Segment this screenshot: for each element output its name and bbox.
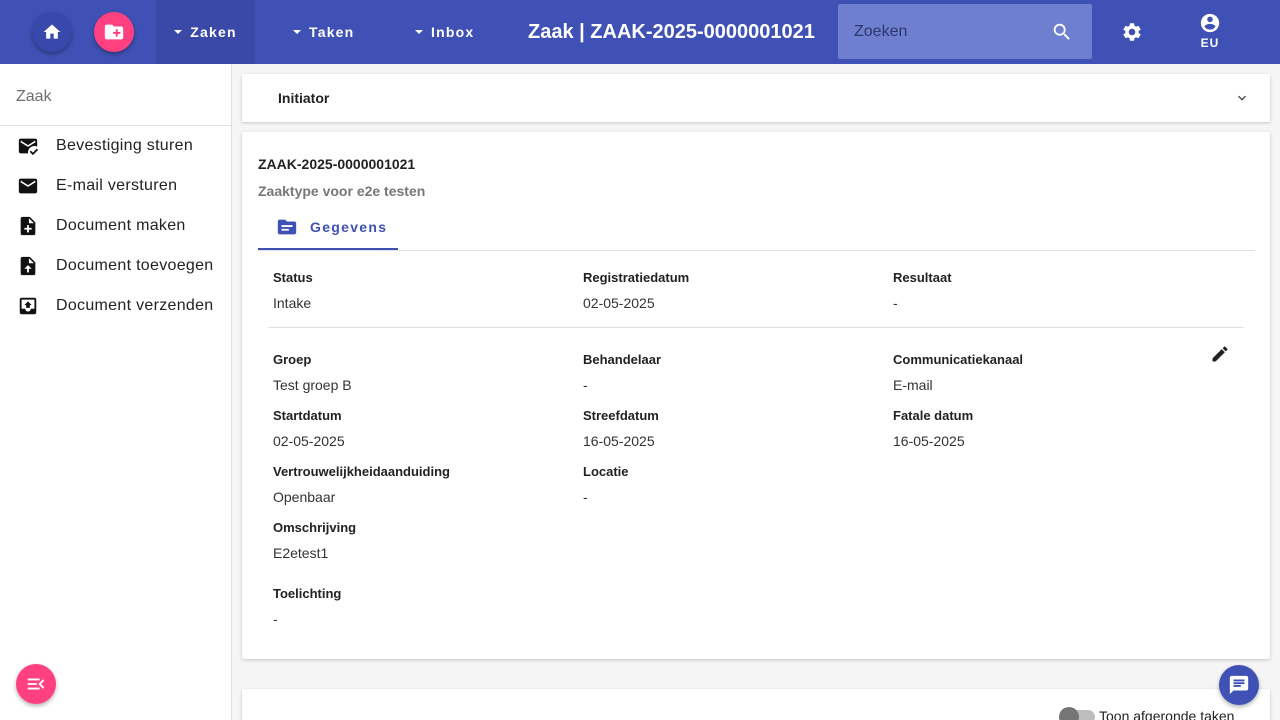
home-button[interactable] bbox=[32, 12, 72, 52]
caret-down-icon bbox=[293, 30, 301, 34]
user-initials: EU bbox=[1200, 36, 1220, 50]
sidebar-item-label: Document verzenden bbox=[56, 297, 214, 314]
status-label: Status bbox=[273, 270, 313, 285]
notes-icon bbox=[1229, 675, 1249, 695]
streefdatum-label: Streefdatum bbox=[583, 408, 659, 423]
sidebar: Zaak Bevestiging sturen E-mail versturen… bbox=[0, 64, 232, 720]
search-input[interactable] bbox=[838, 4, 1038, 59]
nav-zaken-label: Zaken bbox=[190, 24, 237, 40]
communicatiekanaal-value: E-mail bbox=[893, 377, 933, 393]
registratiedatum-label: Registratiedatum bbox=[583, 270, 690, 285]
caret-down-icon bbox=[415, 30, 423, 34]
vertrouwelijkheid-label: Vertrouwelijkheidaanduiding bbox=[273, 464, 450, 479]
resultaat-label: Resultaat bbox=[893, 270, 952, 285]
sidebar-item-bevestiging-sturen[interactable]: Bevestiging sturen bbox=[0, 126, 231, 166]
caret-down-icon bbox=[174, 30, 183, 34]
upload-file-icon bbox=[20, 256, 36, 276]
nav-taken-label: Taken bbox=[309, 24, 355, 40]
nav-inbox-label: Inbox bbox=[431, 24, 475, 40]
locatie-value: - bbox=[583, 489, 588, 505]
nav-zaken-menu[interactable]: Zaken bbox=[156, 0, 255, 64]
chevron-down-icon[interactable] bbox=[1234, 90, 1250, 106]
gear-icon[interactable] bbox=[1121, 21, 1143, 43]
sidebar-item-document-maken[interactable]: Document maken bbox=[0, 206, 231, 246]
topic-icon bbox=[277, 219, 297, 235]
locatie-label: Locatie bbox=[583, 464, 629, 479]
mark-email-read-icon bbox=[18, 138, 39, 156]
communicatiekanaal-label: Communicatiekanaal bbox=[893, 352, 1024, 367]
search-icon[interactable] bbox=[1051, 21, 1073, 43]
tab-gegevens[interactable]: Gegevens bbox=[258, 206, 398, 250]
nav-taken-menu[interactable]: Taken bbox=[293, 0, 354, 64]
fatale-datum-label: Fatale datum bbox=[893, 408, 974, 423]
menu-open-icon bbox=[27, 678, 45, 690]
tab-gegevens-label: Gegevens bbox=[310, 219, 388, 235]
page-title: Zaak | ZAAK-2025-0000001021 bbox=[528, 21, 815, 43]
groep-label: Groep bbox=[273, 352, 312, 367]
sidebar-item-email-versturen[interactable]: E-mail versturen bbox=[0, 166, 231, 206]
create-new-folder-icon bbox=[104, 24, 124, 40]
sidebar-item-label: Bevestiging sturen bbox=[56, 137, 194, 154]
initiator-panel[interactable]: Initiator bbox=[242, 74, 1270, 122]
sidebar-action-list: Bevestiging sturen E-mail versturen Docu… bbox=[0, 126, 231, 326]
home-icon bbox=[43, 24, 61, 39]
user-menu[interactable]: EU bbox=[1192, 12, 1228, 56]
behandelaar-value: - bbox=[583, 377, 588, 393]
sidebar-item-label: Document maken bbox=[56, 217, 186, 234]
behandelaar-label: Behandelaar bbox=[583, 352, 662, 367]
show-completed-label: Toon afgeronde taken bbox=[1099, 708, 1235, 720]
toelichting-label: Toelichting bbox=[273, 586, 342, 601]
sidebar-item-document-toevoegen[interactable]: Document toevoegen bbox=[0, 246, 231, 286]
registratiedatum-value: 02-05-2025 bbox=[583, 295, 655, 311]
omschrijving-label: Omschrijving bbox=[273, 520, 357, 535]
sidebar-title: Zaak bbox=[0, 64, 231, 126]
streefdatum-value: 16-05-2025 bbox=[583, 433, 655, 449]
zaak-details-card: ZAAK-2025-0000001021 Zaaktype voor e2e t… bbox=[242, 132, 1270, 659]
startdatum-label: Startdatum bbox=[273, 408, 342, 423]
toelichting-value: - bbox=[273, 611, 278, 627]
zaak-type: Zaaktype voor e2e testen bbox=[258, 183, 426, 199]
taken-card: Toon afgeronde taken bbox=[242, 689, 1270, 720]
section-divider bbox=[268, 327, 1244, 328]
outbox-icon bbox=[19, 297, 37, 315]
fatale-datum-value: 16-05-2025 bbox=[893, 433, 965, 449]
top-toolbar: Zaken Taken Inbox Zaak | ZAAK-2025-00000… bbox=[0, 0, 1280, 64]
create-zaak-button[interactable] bbox=[94, 12, 134, 52]
nav-inbox-menu[interactable]: Inbox bbox=[415, 0, 474, 64]
startdatum-value: 02-05-2025 bbox=[273, 433, 345, 449]
vertrouwelijkheid-value: Openbaar bbox=[273, 489, 336, 505]
show-completed-toggle[interactable] bbox=[1059, 707, 1079, 720]
note-add-icon bbox=[20, 216, 36, 236]
omschrijving-value: E2etest1 bbox=[273, 545, 329, 561]
toggle-sidenav-button[interactable] bbox=[16, 664, 56, 704]
notes-button[interactable] bbox=[1219, 665, 1259, 705]
tab-divider bbox=[258, 250, 1255, 251]
resultaat-value: - bbox=[893, 295, 898, 311]
groep-value: Test groep B bbox=[273, 377, 352, 393]
zaak-identificatie: ZAAK-2025-0000001021 bbox=[258, 156, 416, 172]
initiator-title: Initiator bbox=[278, 90, 330, 106]
mail-icon bbox=[18, 178, 38, 194]
status-value: Intake bbox=[273, 295, 312, 311]
account-circle-icon bbox=[1200, 13, 1220, 33]
sidebar-item-document-verzenden[interactable]: Document verzenden bbox=[0, 286, 231, 326]
edit-icon[interactable] bbox=[1210, 344, 1230, 364]
sidebar-item-label: E-mail versturen bbox=[56, 177, 178, 194]
sidebar-item-label: Document toevoegen bbox=[56, 257, 214, 274]
